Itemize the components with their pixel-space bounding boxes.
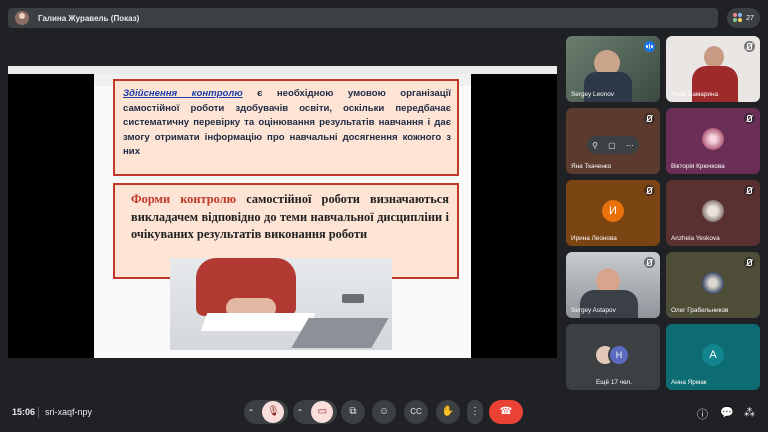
chevron-up-icon[interactable]: ⌃ [297, 408, 304, 417]
camera-control[interactable]: ⌃ ▭ [293, 400, 337, 424]
presenter-bar[interactable]: Галина Журавель (Показ) [8, 8, 718, 28]
participant-tile[interactable]: Анна Самарина [666, 36, 760, 102]
participant-tile[interactable]: И Ирина Леонова [566, 180, 660, 246]
camera-off-button[interactable]: ▭ [311, 401, 334, 423]
participant-name: Анна Ярмак [671, 379, 707, 386]
participant-name: Ирина Леонова [571, 235, 617, 242]
participant-name: Anzhela Yeskova [671, 235, 720, 242]
mic-off-icon [744, 113, 755, 124]
hand-icon: ✋ [441, 406, 455, 417]
mic-off-icon [744, 185, 755, 196]
slide-term-forms: Форми контролю [131, 192, 237, 206]
participant-name: Олег Грабельников [671, 307, 729, 314]
raise-hand-button[interactable]: ✋ [436, 400, 460, 424]
participant-avatar [702, 128, 724, 150]
slide-viewer-header [8, 66, 557, 74]
participant-tile[interactable]: А Анна Ярмак [666, 324, 760, 390]
more-vert-icon: ⋮ [470, 406, 480, 417]
participant-tile[interactable]: Sergey Astapov [566, 252, 660, 318]
participant-name: Яна Ткаченко [571, 163, 612, 170]
frame-icon[interactable]: ▢ [608, 141, 616, 150]
participant-tile[interactable]: Вікторія Крючкова [666, 108, 760, 174]
present-screen-icon: ⧉ [349, 406, 357, 417]
divider [38, 407, 39, 418]
hang-up-icon: ☎ [499, 406, 513, 417]
emoji-icon: ☺ [378, 406, 390, 417]
participant-tile[interactable]: Олег Грабельников [666, 252, 760, 318]
mic-off-button[interactable]: 🎙 [262, 401, 285, 423]
chat-icon[interactable]: 💬 [720, 406, 734, 419]
presenter-name: Галина Журавель (Показ) [38, 13, 140, 23]
mic-off-icon [644, 185, 655, 196]
participant-name: Sergey Astapov [571, 307, 616, 314]
control-bar: 15:06 sri-xaqf-npy ⌃ 🎙 ⌃ ▭ ⧉ ☺ CC ✋ ⋮ ☎ … [0, 394, 768, 432]
participant-avatar: А [702, 344, 724, 366]
slide-term-control: Здійснення контролю [123, 88, 243, 99]
chevron-up-icon[interactable]: ⌃ [248, 408, 255, 417]
mic-off-icon [744, 41, 755, 52]
slide-box-forms-text: Форми контролю самостійної роботи визнач… [131, 191, 449, 244]
participant-avatar: И [602, 200, 624, 222]
activities-icon[interactable]: ⁂ [744, 406, 755, 419]
participant-tile[interactable]: ⚲ ▢ ⋯ Яна Ткаченко [566, 108, 660, 174]
reactions-button[interactable]: ☺ [372, 400, 396, 424]
presenter-avatar [15, 11, 29, 25]
participant-avatar [702, 272, 724, 294]
participant-name: Sergey Leonov [571, 91, 614, 98]
more-participants-tile[interactable]: Н Ещё 17 чел. [566, 324, 660, 390]
meeting-clock: 15:06 [12, 407, 36, 417]
participant-avatar [702, 200, 724, 222]
more-icon[interactable]: ⋯ [626, 141, 634, 150]
info-icon[interactable]: ⓘ [697, 406, 708, 422]
participant-avatar: Н [608, 344, 630, 366]
captions-icon: CC [410, 407, 422, 416]
speaking-indicator-icon [644, 41, 655, 52]
participants-button[interactable]: 27 [727, 8, 760, 28]
participants-count: 27 [746, 14, 754, 22]
slide-photo [170, 258, 392, 350]
slide-box-control-text: Здійснення контролю є необхідною умовою … [123, 87, 451, 160]
tile-actions[interactable]: ⚲ ▢ ⋯ [587, 136, 639, 154]
participant-tile[interactable]: Anzhela Yeskova [666, 180, 760, 246]
meeting-code[interactable]: sri-xaqf-npy [45, 407, 92, 417]
leave-call-button[interactable]: ☎ [489, 400, 523, 424]
present-button[interactable]: ⧉ [341, 400, 365, 424]
people-icon [733, 13, 743, 23]
more-options-button[interactable]: ⋮ [467, 400, 483, 424]
camera-off-icon: ▭ [317, 406, 328, 417]
more-participants-label: Ещё 17 чел. [596, 379, 632, 386]
participant-name: Анна Самарина [671, 91, 719, 98]
mic-control[interactable]: ⌃ 🎙 [244, 400, 288, 424]
slide-box-control: Здійснення контролю є необхідною умовою … [113, 79, 459, 176]
mic-off-icon: 🎙 [266, 406, 280, 417]
mic-off-icon [744, 257, 755, 268]
participant-tile[interactable]: Sergey Leonov [566, 36, 660, 102]
pin-icon[interactable]: ⚲ [592, 141, 598, 150]
mic-off-icon [644, 257, 655, 268]
mic-off-icon [644, 113, 655, 124]
participant-name: Вікторія Крючкова [671, 163, 725, 170]
captions-button[interactable]: CC [404, 400, 428, 424]
